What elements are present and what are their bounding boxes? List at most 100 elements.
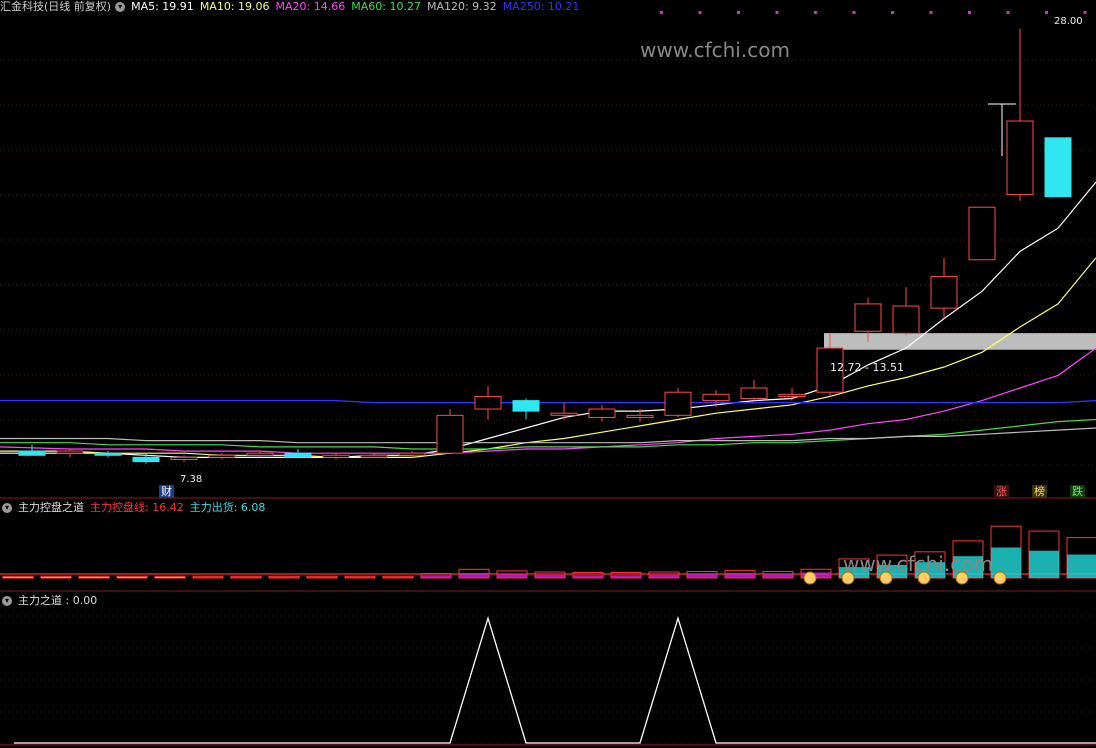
high-price-label: 28.00: [1054, 16, 1083, 27]
candle-body: [18, 450, 46, 456]
chart-canvas: [0, 11, 1096, 746]
sell-bar: [307, 577, 337, 578]
sub1-header: ▾ 主力控盘之道 主力控盘线: 16.42 主力出货: 6.08: [0, 501, 271, 515]
candle-body: [170, 456, 198, 460]
sub1-settings-icon[interactable]: ▾: [2, 503, 12, 513]
event-dot: [737, 11, 740, 14]
watermark-sub: www.cfchi.com: [843, 552, 993, 576]
ma250-label: MA250: 10.21: [502, 0, 580, 13]
ma5-label: MA5: 19.91: [131, 0, 194, 13]
candle-body: [588, 408, 616, 418]
sell-bar: [231, 577, 261, 578]
price-range-label: 12.72 - 13.51: [830, 361, 904, 374]
sell-bar: [573, 575, 603, 578]
candle-body: [930, 276, 958, 309]
sub2-settings-icon[interactable]: ▾: [2, 596, 12, 606]
candle-body: [1044, 137, 1072, 198]
highlight-band-rect: [824, 333, 1096, 350]
sell-bar: [193, 577, 223, 578]
candlesticks: [18, 28, 1072, 464]
sell-bar: [155, 576, 185, 578]
sub1-line1-label: 主力控盘线: 16.42: [90, 501, 184, 514]
finance-badge[interactable]: 财: [159, 485, 174, 498]
candle-body: [512, 400, 540, 412]
candle-body: [398, 452, 426, 456]
event-dot: [660, 11, 663, 14]
sell-bar: [725, 573, 755, 578]
event-dot: [814, 11, 817, 14]
candle-body: [1006, 120, 1034, 196]
sell-bar: [79, 576, 109, 578]
money-bag-icon: [803, 571, 817, 585]
candle-body: [626, 414, 654, 418]
sub1-line2-label: 主力出货: 6.08: [189, 501, 266, 514]
rise-rank-badge[interactable]: 涨: [994, 485, 1009, 498]
candle-body: [284, 452, 312, 458]
candle-body: [322, 454, 350, 458]
sell-bar: [763, 574, 793, 578]
candle-body: [56, 450, 84, 454]
sub1-title: 主力控盘之道: [18, 501, 84, 514]
main-header: 汇金科技(日线 前复权) ▾ MA5: 19.91 MA10: 19.06 MA20: …: [0, 0, 585, 14]
sell-bar: [345, 577, 375, 578]
sell-bar: [117, 576, 147, 578]
ma20-label: MA20: 14.66: [275, 0, 346, 13]
event-dot: [968, 11, 971, 14]
event-dot: [698, 11, 702, 14]
sell-bar: [1029, 550, 1059, 578]
sell-bar: [535, 574, 565, 578]
candle-body: [436, 414, 464, 454]
stock-title: 汇金科技(日线 前复权): [0, 0, 112, 13]
sell-bar: [459, 573, 489, 578]
sub2-header: ▾ 主力之道 : 0.00: [0, 594, 103, 608]
ma-line-ma5: [0, 181, 1096, 458]
candle-body: [892, 305, 920, 334]
event-dot: [891, 11, 894, 14]
event-dot: [852, 11, 856, 14]
event-dot: [775, 11, 779, 14]
highlight-band: [824, 333, 1096, 350]
candle-body: [778, 393, 806, 397]
candle-body: [968, 206, 996, 261]
sub2-title: 主力之道 : 0.00: [18, 594, 98, 607]
top-dots: [660, 11, 1087, 14]
event-dot: [1045, 11, 1048, 14]
sell-bar: [269, 577, 299, 578]
rank-badge[interactable]: 榜: [1032, 485, 1047, 498]
candle-body: [664, 391, 692, 416]
sell-bar: [3, 576, 33, 578]
ma60-label: MA60: 10.27: [351, 0, 421, 13]
candle-body: [550, 412, 578, 416]
ma10-label: MA10: 19.06: [199, 0, 270, 13]
fall-rank-badge[interactable]: 跌: [1070, 485, 1085, 498]
sub2-line: [14, 615, 1096, 744]
sell-bar: [383, 577, 413, 578]
ma-lines: [0, 181, 1096, 458]
sell-bar: [649, 574, 679, 578]
sell-bar: [687, 573, 717, 578]
event-dot: [929, 11, 933, 14]
candle-body: [246, 452, 274, 456]
candle-body: [702, 393, 730, 402]
candle-body: [474, 395, 502, 410]
settings-icon[interactable]: ▾: [115, 2, 126, 12]
money-bag-icon: [993, 571, 1007, 585]
sell-bar: [611, 575, 641, 578]
sell-bar: [1067, 554, 1096, 578]
ma120-label: MA120: 9.32: [426, 0, 497, 13]
sell-bar: [497, 574, 527, 578]
candle-body: [208, 454, 236, 458]
ma-line-ma250: [0, 399, 1096, 404]
candle-body: [740, 387, 768, 400]
candle-body: [360, 454, 388, 458]
event-dot: [1083, 11, 1087, 14]
low-price-label: 7.38: [180, 474, 203, 485]
ma-line-ma60: [0, 418, 1096, 450]
candle-body: [94, 452, 122, 456]
candle-body: [854, 303, 882, 332]
main-force-line: [14, 615, 1096, 744]
sell-bar: [421, 575, 451, 578]
sell-bar: [41, 576, 71, 578]
watermark: www.cfchi.com: [640, 38, 790, 62]
candle-body: [132, 456, 160, 463]
